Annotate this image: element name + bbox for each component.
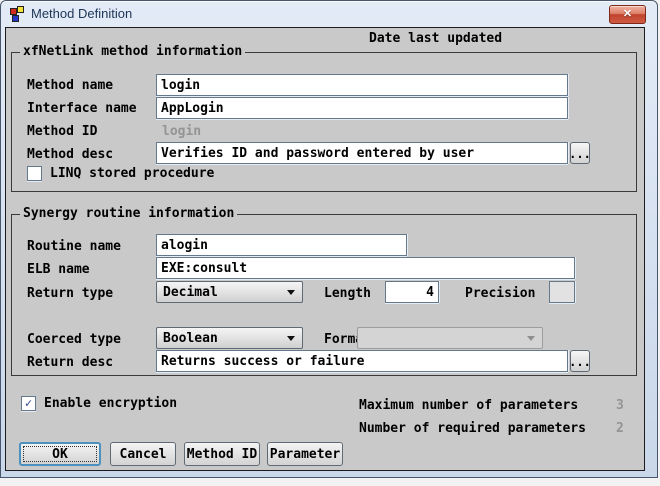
- return-type-label: Return type: [27, 286, 113, 301]
- enable-encryption-checkbox[interactable]: ✓ Enable encryption: [21, 396, 177, 411]
- method-name-input[interactable]: [156, 74, 568, 96]
- return-desc-label: Return desc: [27, 355, 113, 370]
- parameter-button-label: Parameter: [270, 447, 340, 462]
- elb-name-label: ELB name: [27, 262, 90, 277]
- titlebar[interactable]: Method Definition: [1, 1, 657, 26]
- method-desc-label: Method desc: [27, 147, 113, 162]
- precision-label: Precision: [465, 286, 535, 301]
- dropdown-arrow-icon: [527, 336, 535, 341]
- app-icon: [9, 6, 25, 22]
- method-desc-input[interactable]: [156, 142, 568, 164]
- synergy-group-title: Synergy routine information: [20, 206, 237, 221]
- window-title: Method Definition: [31, 6, 132, 21]
- format-dropdown: [357, 327, 543, 349]
- close-button[interactable]: ✕: [609, 5, 646, 24]
- synergy-groupbox: Synergy routine information Routine name…: [11, 214, 637, 376]
- cancel-button[interactable]: Cancel: [110, 442, 176, 466]
- linq-stored-procedure-checkbox[interactable]: LINQ stored procedure: [27, 166, 214, 181]
- checkbox-box: ✓: [21, 396, 36, 411]
- return-desc-input[interactable]: [156, 350, 568, 372]
- dropdown-arrow-icon: [287, 290, 295, 295]
- method-definition-window: Method Definition ✕ Date last updated xf…: [0, 0, 658, 478]
- max-params-label: Maximum number of parameters: [359, 398, 578, 413]
- coerced-type-label: Coerced type: [27, 332, 121, 347]
- coerced-type-dropdown[interactable]: Boolean: [156, 327, 303, 349]
- required-params-value: 2: [616, 421, 624, 436]
- xfnetlink-group-title: xfNetLink method information: [20, 44, 245, 59]
- interface-name-input[interactable]: [156, 97, 568, 119]
- precision-input[interactable]: [549, 281, 575, 303]
- method-desc-browse-button[interactable]: ...: [570, 142, 590, 164]
- coerced-type-value: Boolean: [163, 331, 218, 346]
- xfnetlink-groupbox: xfNetLink method information Method name…: [11, 52, 637, 192]
- ellipsis-icon: ...: [569, 357, 591, 367]
- cancel-button-label: Cancel: [120, 447, 167, 462]
- method-id-button[interactable]: Method ID: [184, 442, 260, 466]
- checkbox-box: [27, 166, 42, 181]
- elb-name-input[interactable]: [156, 257, 575, 279]
- return-type-value: Decimal: [163, 285, 218, 300]
- linq-stored-procedure-label: LINQ stored procedure: [50, 166, 214, 181]
- routine-name-label: Routine name: [27, 239, 121, 254]
- parameter-button[interactable]: Parameter: [267, 442, 343, 466]
- return-type-dropdown[interactable]: Decimal: [156, 281, 303, 303]
- max-params-value: 3: [616, 398, 624, 413]
- check-icon: ✓: [25, 397, 32, 410]
- length-label: Length: [324, 286, 371, 301]
- date-last-updated-label: Date last updated: [369, 31, 502, 46]
- close-icon: ✕: [623, 9, 632, 20]
- dropdown-arrow-icon: [287, 336, 295, 341]
- ok-button-label: OK: [52, 447, 68, 462]
- method-id-button-label: Method ID: [187, 447, 257, 462]
- ellipsis-icon: ...: [569, 149, 591, 159]
- dialog-client-area: Date last updated xfNetLink method infor…: [5, 27, 645, 471]
- method-name-label: Method name: [27, 78, 113, 93]
- method-id-label: Method ID: [27, 124, 97, 139]
- interface-name-label: Interface name: [27, 101, 137, 116]
- enable-encryption-label: Enable encryption: [44, 396, 177, 411]
- length-input[interactable]: [385, 281, 439, 303]
- return-desc-browse-button[interactable]: ...: [570, 350, 590, 372]
- method-id-value: login: [162, 124, 201, 139]
- required-params-label: Number of required parameters: [359, 421, 586, 436]
- routine-name-input[interactable]: [156, 234, 407, 256]
- ok-button[interactable]: OK: [19, 442, 101, 466]
